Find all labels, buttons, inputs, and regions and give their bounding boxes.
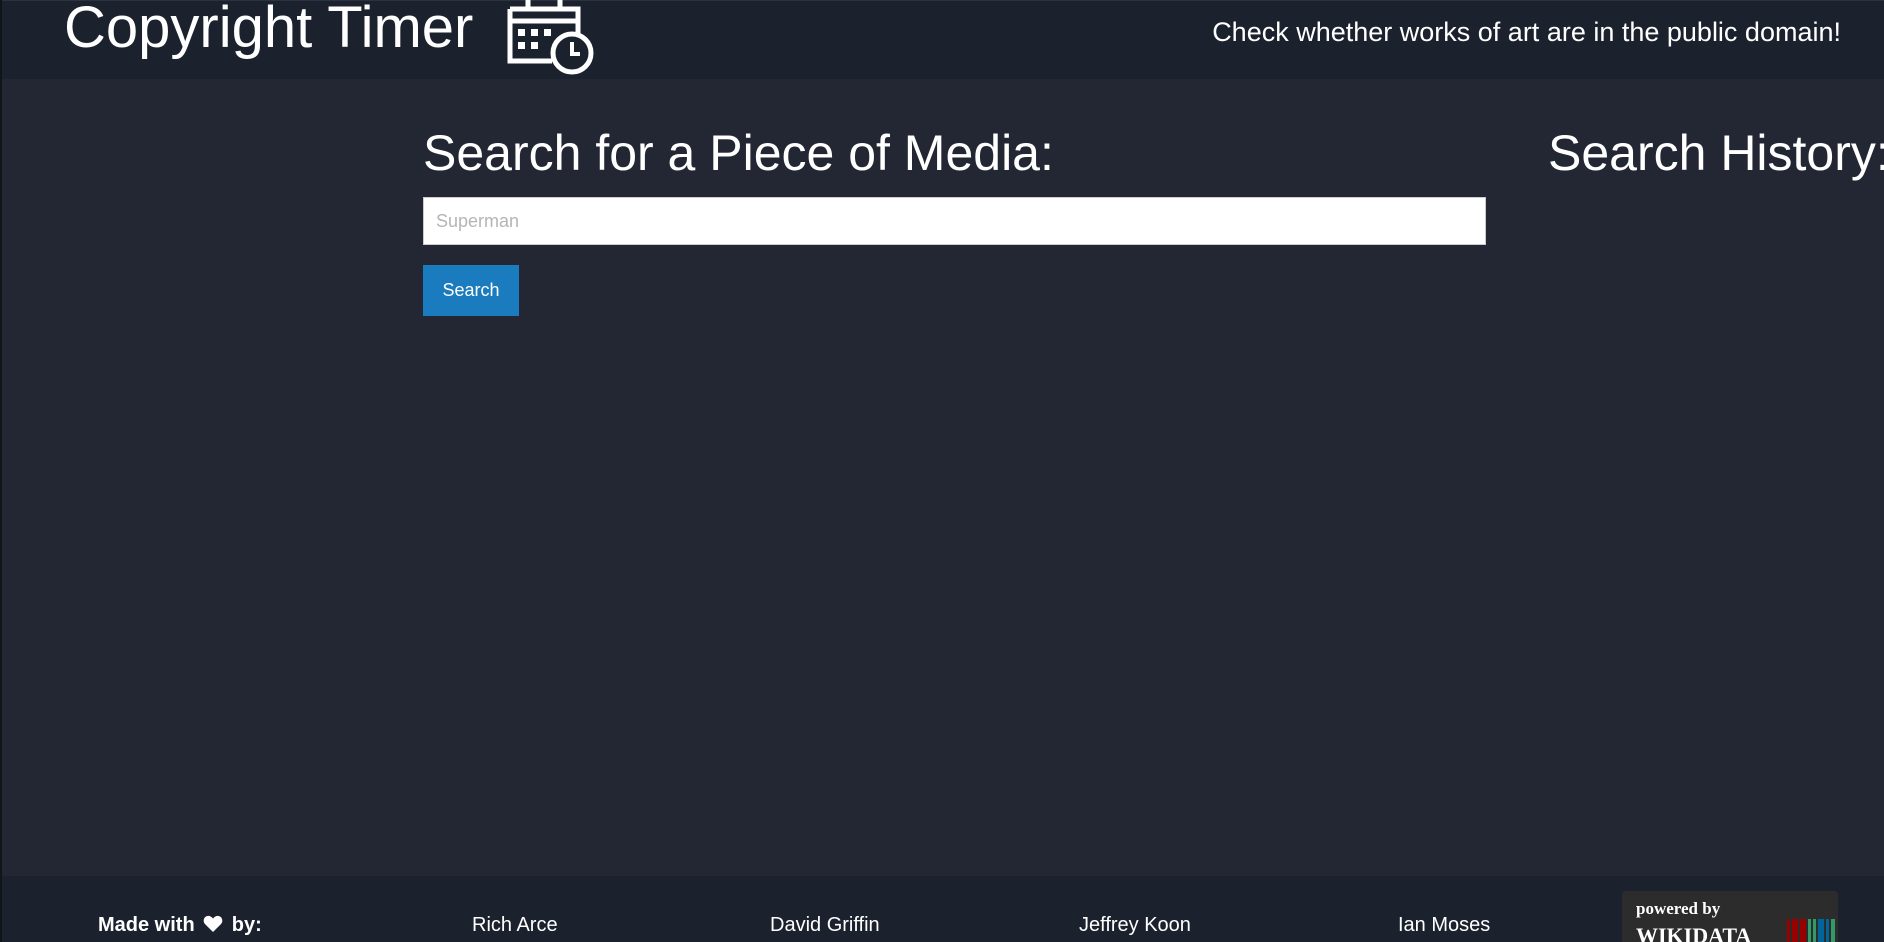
- wikidata-name: WIKIDATA: [1636, 923, 1752, 942]
- author-link-rich-arce[interactable]: Rich Arce: [472, 913, 558, 937]
- search-history-heading: Search History:: [1548, 125, 1884, 181]
- made-with-suffix: by:: [231, 914, 262, 936]
- wikidata-logo-icon: [1787, 919, 1835, 942]
- wikidata-badge[interactable]: powered by WIKIDATA: [1622, 891, 1838, 942]
- author-link-ian-moses[interactable]: Ian Moses: [1398, 913, 1490, 937]
- tagline: Check whether works of art are in the pu…: [1212, 17, 1841, 47]
- footer: Made with by: Rich Arce David Griffin Je…: [2, 876, 1884, 942]
- app-title: Copyright Timer: [64, 0, 474, 60]
- search-heading: Search for a Piece of Media:: [423, 125, 1054, 181]
- made-with-prefix: Made with: [98, 914, 195, 936]
- heart-icon: [203, 915, 223, 932]
- made-with-credit: Made with by:: [98, 913, 262, 937]
- author-link-jeffrey-koon[interactable]: Jeffrey Koon: [1079, 913, 1191, 937]
- search-input[interactable]: [423, 197, 1486, 245]
- page: Copyright Timer Check whether works of a…: [0, 0, 1884, 942]
- wikidata-powered-by: powered by: [1636, 899, 1721, 918]
- search-button[interactable]: Search: [423, 265, 519, 316]
- header-bar: Copyright Timer Check whether works of a…: [2, 0, 1884, 79]
- author-link-david-griffin[interactable]: David Griffin: [770, 913, 880, 937]
- calendar-clock-icon: [507, 0, 594, 75]
